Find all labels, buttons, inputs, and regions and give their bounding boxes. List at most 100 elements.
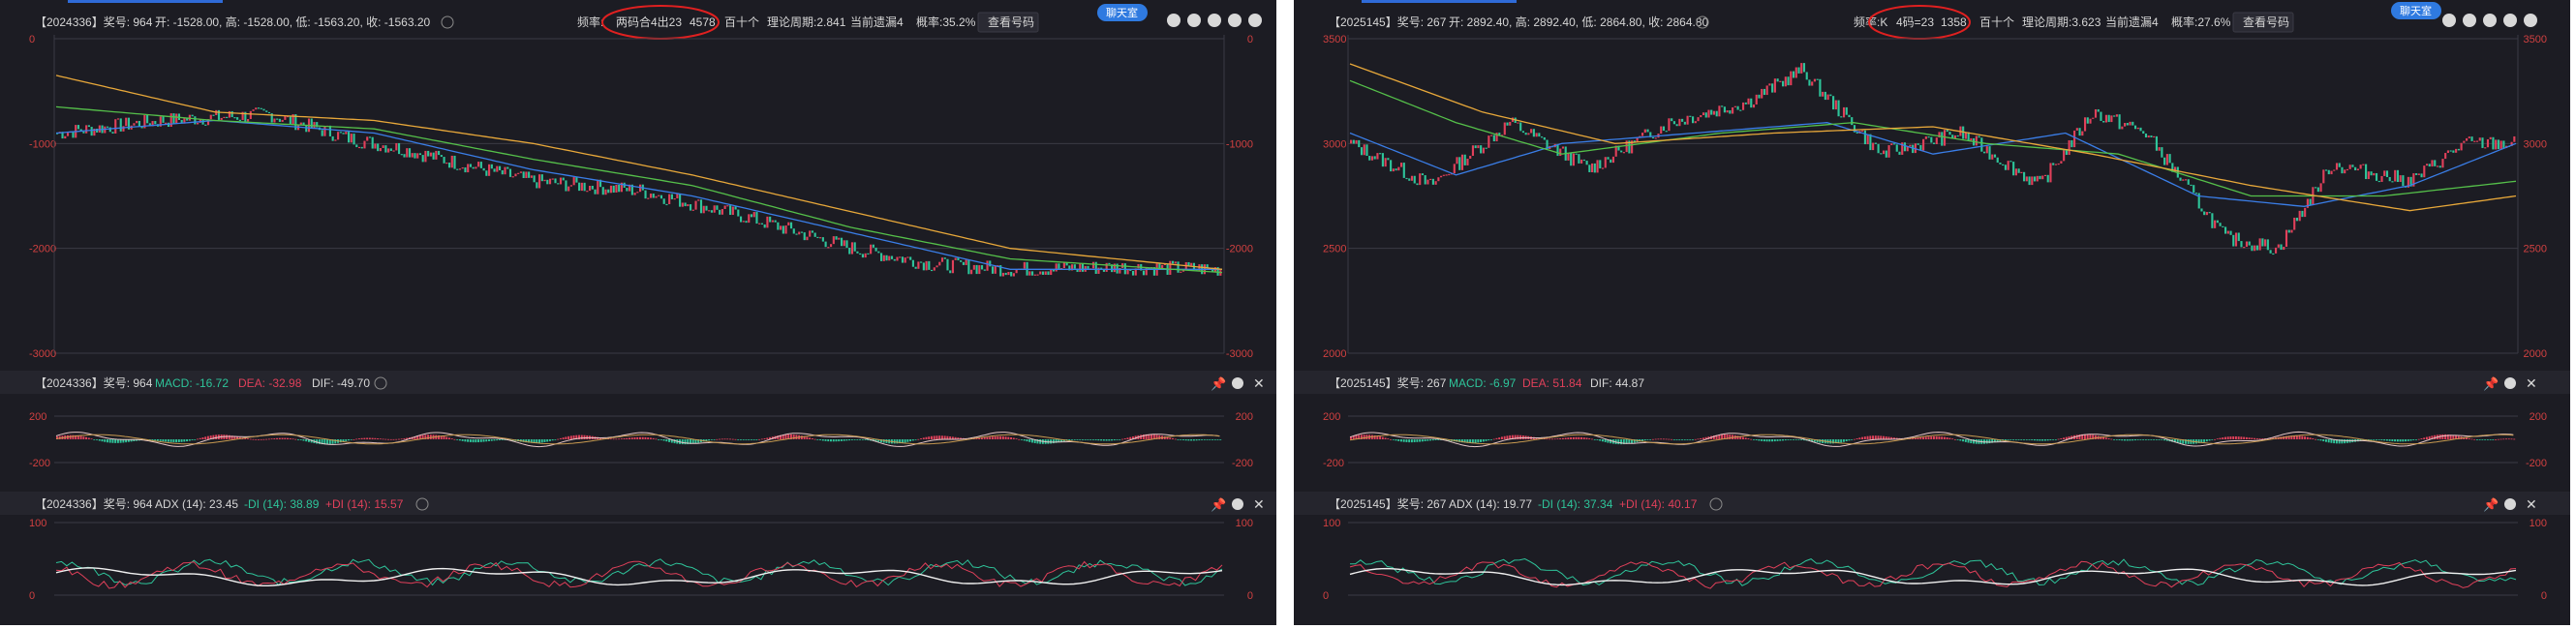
gear-icon[interactable] [2524,14,2537,27]
candle [2243,247,2246,249]
macd-bar [2052,439,2055,440]
pin-icon[interactable]: 📌 [2483,375,2499,391]
macd-bar [2057,438,2060,440]
candle [1840,116,1843,118]
macd-bar [2161,439,2163,440]
macd-bar [1123,438,1126,439]
macd-bar [2468,437,2470,439]
candle [1975,135,1978,146]
macd-bar [940,435,943,439]
close-icon[interactable]: ✕ [2526,375,2537,391]
macd-bar [2163,439,2165,441]
macd-bar [1379,436,1382,439]
candle [1651,136,1655,139]
candle [681,202,684,207]
candle [2086,117,2089,124]
candle [1985,146,1988,154]
compass-icon[interactable] [1167,14,1181,27]
candle [980,265,984,270]
arrow-down-icon[interactable] [1228,14,1242,27]
macd-bar [1700,437,1702,439]
gear-icon[interactable] [2504,377,2516,389]
macd-bar [1021,439,1023,440]
candle [633,193,636,195]
macd-bar [2383,439,2386,441]
candle [931,269,934,272]
macd-bar [1855,437,1858,439]
candle [1671,118,1673,122]
macd-bar [1211,439,1213,440]
candle [345,132,348,135]
macd-bar [609,438,612,440]
candle [2073,130,2076,148]
candle [1787,76,1790,86]
gear-icon[interactable] [1248,14,1262,27]
candle [1702,112,1705,116]
candle [1490,135,1493,136]
pin-icon[interactable]: 📌 [1211,496,1226,512]
candle [723,205,726,209]
close-icon[interactable]: ✕ [2526,496,2537,512]
candle [2295,217,2299,222]
candle [694,200,697,210]
candle [220,117,223,120]
candle [1842,106,1846,118]
pin-icon[interactable]: 📌 [2483,496,2499,512]
close-icon[interactable]: ✕ [1253,496,1265,512]
candle [490,164,493,169]
lookup-button-label: 查看号码 [988,15,1034,29]
arrow-down-icon[interactable] [2503,14,2517,27]
candle [1980,137,1983,152]
macd-bar [2129,439,2131,441]
macd-bar [1477,439,1480,443]
candle [387,148,390,153]
candle [885,255,888,261]
macd-bar [723,438,726,440]
pin-icon[interactable]: 📌 [1211,375,1226,391]
macd-bar [1500,436,1503,439]
macd-bar [1914,437,1917,439]
gear-icon[interactable] [1232,498,1243,510]
y-tick-label: -1000 [29,138,56,150]
gear-icon[interactable] [2504,498,2516,510]
candle [323,126,326,136]
y-tick-label: 0 [1247,34,1253,45]
macd-bar [175,439,178,443]
macd-bar [1721,434,1724,439]
candle [1001,272,1005,277]
candle [548,178,552,185]
gear-icon[interactable] [1232,377,1243,389]
candle [2052,163,2055,165]
candle [1686,115,1689,125]
macd-bar [1498,437,1501,439]
candle [644,190,647,199]
macd-bar [1550,438,1553,440]
macd-bar [1773,439,1776,442]
candle [1604,157,1607,168]
candle [2383,170,2386,176]
macd-bar [540,439,543,443]
compass-icon[interactable] [2442,14,2456,27]
arrow-up-icon[interactable] [2483,14,2497,27]
candle [1834,100,1837,110]
candle [702,205,705,214]
candle [2338,163,2341,167]
macd-bar [1768,439,1771,442]
zoom-out-icon[interactable] [1187,14,1201,27]
candle [438,150,441,156]
candle [1729,109,1732,114]
candlestick-pane: 3500 3500 3000 3000 2500 2500 2000 2000 [1323,34,2547,360]
candle [1726,109,1729,113]
close-icon[interactable]: ✕ [1253,375,1265,391]
macd-bar [183,439,186,442]
macd-bar [162,439,165,442]
help-icon[interactable] [441,15,454,29]
macd-bar [477,439,480,443]
candle [447,163,451,168]
candle [2113,115,2116,117]
zoom-out-icon[interactable] [2463,14,2476,27]
arrow-up-icon[interactable] [1208,14,1221,27]
candle [2129,121,2131,126]
macd-bar [909,439,912,442]
candle [838,237,841,240]
